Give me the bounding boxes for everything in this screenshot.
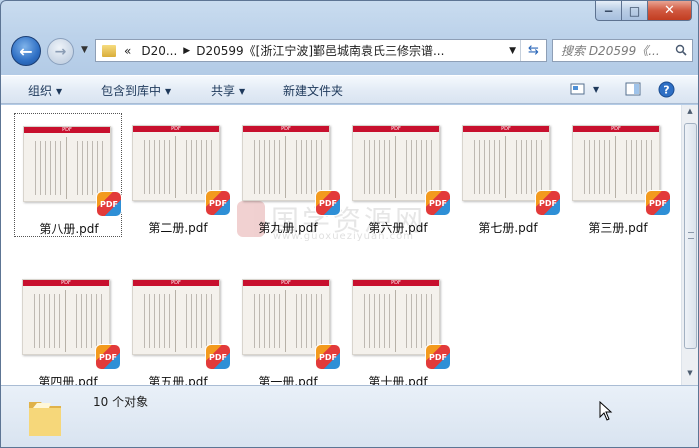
file-name: 第八册.pdf	[39, 222, 99, 236]
pdf-file-icon: PDF	[426, 345, 450, 369]
help-icon[interactable]: ?	[658, 81, 675, 98]
caption-buttons: − □ ✕	[595, 1, 692, 21]
pdf-thumbnail: PDF	[572, 125, 660, 201]
scroll-thumb[interactable]	[684, 123, 697, 349]
scroll-grip-icon	[688, 232, 694, 239]
file-name: 第一册.pdf	[258, 375, 318, 385]
breadcrumb-current[interactable]: D20599《[浙江宁波]鄞邑城南袁氏三修宗谱...	[196, 42, 444, 59]
refresh-button[interactable]: ⇆	[520, 40, 546, 61]
file-item[interactable]: PDF PDF 第八册.pdf	[14, 113, 122, 237]
search-icon[interactable]	[675, 44, 687, 56]
share-menu[interactable]: 共享 ▼	[211, 82, 245, 99]
back-button[interactable]: ←	[11, 36, 41, 66]
file-item[interactable]: PDF PDF 第一册.pdf	[234, 267, 342, 385]
back-arrow-icon: ←	[19, 41, 33, 61]
thumbnail-header: PDF	[62, 127, 72, 133]
view-options-dropdown-icon[interactable]: ▼	[593, 85, 599, 94]
pdf-file-icon: PDF	[96, 345, 120, 369]
thumbnail-header: PDF	[171, 280, 181, 286]
include-in-library-menu[interactable]: 包含到库中 ▼	[101, 82, 171, 99]
file-name: 第四册.pdf	[38, 375, 98, 385]
file-list[interactable]: 国学资源网 www.guoxueziyuan.com PDF PDF 第八册.pdf…	[1, 105, 698, 385]
new-folder-label: 新建文件夹	[283, 84, 344, 98]
item-count: 10 个对象	[93, 395, 149, 409]
navigation-bar: ← → ▼ « D20... ▶ D20599《[浙江宁波]鄞邑城南袁氏三修宗谱…	[1, 35, 698, 66]
pdf-file-icon: PDF	[206, 191, 230, 215]
file-name: 第三册.pdf	[588, 221, 648, 235]
address-dropdown-icon[interactable]: ▼	[509, 46, 516, 56]
file-item[interactable]: PDF PDF 第四册.pdf	[14, 267, 122, 385]
thumbnail-header: PDF	[501, 126, 511, 132]
file-name: 第十册.pdf	[368, 375, 428, 385]
pdf-thumbnail: PDF	[132, 125, 220, 201]
vertical-scrollbar[interactable]: ▲ ▼	[681, 105, 698, 385]
pdf-file-icon: PDF	[316, 191, 340, 215]
maximize-button[interactable]: □	[622, 1, 648, 21]
file-name: 第七册.pdf	[478, 221, 538, 235]
recent-pages-dropdown[interactable]: ▼	[81, 45, 88, 55]
thumbnail-header: PDF	[171, 126, 181, 132]
new-folder-button[interactable]: 新建文件夹	[283, 82, 343, 99]
thumbnail-header: PDF	[391, 280, 401, 286]
organize-menu[interactable]: 组织 ▼	[28, 82, 62, 99]
pdf-thumbnail: PDF	[23, 126, 111, 202]
include-in-library-label: 包含到库中	[101, 84, 162, 98]
file-name: 第九册.pdf	[258, 221, 318, 235]
pdf-file-icon: PDF	[426, 191, 450, 215]
pdf-thumbnail: PDF	[352, 125, 440, 201]
file-item[interactable]: PDF PDF 第五册.pdf	[124, 267, 232, 385]
pdf-thumbnail: PDF	[462, 125, 550, 201]
pdf-file-icon: PDF	[536, 191, 560, 215]
mouse-cursor-icon	[599, 401, 613, 421]
change-view-icon[interactable]	[570, 81, 586, 97]
details-pane: 10 个对象	[1, 385, 698, 447]
thumbnail-header: PDF	[281, 280, 291, 286]
share-label: 共享	[211, 84, 236, 98]
svg-text:?: ?	[663, 84, 669, 97]
file-name: 第五册.pdf	[148, 375, 208, 385]
forward-button[interactable]: →	[47, 38, 74, 65]
organize-label: 组织	[28, 84, 53, 98]
close-button[interactable]: ✕	[648, 1, 692, 21]
pdf-file-icon: PDF	[97, 192, 121, 216]
thumbnail-header: PDF	[61, 280, 71, 286]
pdf-file-icon: PDF	[316, 345, 340, 369]
file-name: 第二册.pdf	[148, 221, 208, 235]
breadcrumb-parent[interactable]: D20...	[141, 44, 177, 58]
address-overflow[interactable]: «	[124, 44, 131, 58]
pdf-thumbnail: PDF	[22, 279, 110, 355]
pdf-file-icon: PDF	[206, 345, 230, 369]
forward-arrow-icon: →	[54, 43, 67, 60]
folder-icon	[102, 44, 116, 57]
scroll-down-button[interactable]: ▼	[684, 369, 696, 383]
pdf-thumbnail: PDF	[242, 125, 330, 201]
breadcrumb-chevron-icon[interactable]: ▶	[183, 46, 190, 56]
pdf-file-icon: PDF	[646, 191, 670, 215]
file-item[interactable]: PDF PDF 第十册.pdf	[344, 267, 452, 385]
preview-pane-icon[interactable]	[625, 81, 641, 97]
search-box[interactable]: 搜索 D20599《...	[552, 39, 693, 62]
minimize-button[interactable]: −	[595, 1, 622, 21]
pdf-thumbnail: PDF	[242, 279, 330, 355]
scroll-up-button[interactable]: ▲	[684, 107, 696, 121]
file-item[interactable]: PDF PDF 第二册.pdf	[124, 113, 232, 237]
file-item[interactable]: PDF PDF 第七册.pdf	[454, 113, 562, 237]
thumbnail-header: PDF	[391, 126, 401, 132]
file-item[interactable]: PDF PDF 第九册.pdf	[234, 113, 342, 237]
pdf-thumbnail: PDF	[132, 279, 220, 355]
file-item[interactable]: PDF PDF 第六册.pdf	[344, 113, 452, 237]
command-bar: 组织 ▼ 包含到库中 ▼ 共享 ▼ 新建文件夹 ▼ ?	[1, 75, 698, 104]
thumbnail-header: PDF	[611, 126, 621, 132]
address-bar[interactable]: « D20... ▶ D20599《[浙江宁波]鄞邑城南袁氏三修宗谱... ▼ …	[95, 39, 547, 62]
explorer-window: − □ ✕ ← → ▼ « D20... ▶ D20599《[浙江宁波]鄞邑城南…	[0, 0, 699, 448]
file-name: 第六册.pdf	[368, 221, 428, 235]
refresh-icon: ⇆	[528, 43, 539, 58]
thumbnail-header: PDF	[281, 126, 291, 132]
file-item[interactable]: PDF PDF 第三册.pdf	[564, 113, 672, 237]
pdf-thumbnail: PDF	[352, 279, 440, 355]
folder-large-icon	[29, 402, 61, 436]
search-input[interactable]: 搜索 D20599《...	[561, 42, 669, 59]
